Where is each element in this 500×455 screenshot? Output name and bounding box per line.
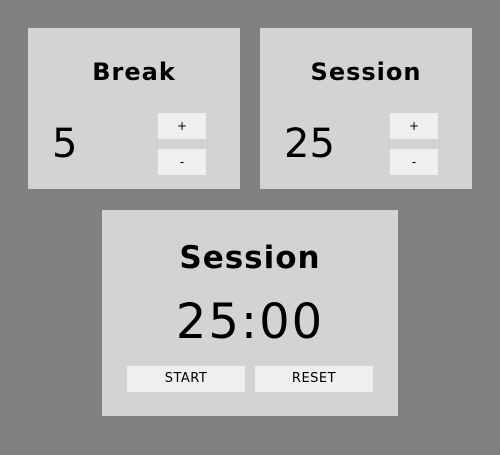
break-decrement-button[interactable]: - <box>158 149 206 175</box>
break-panel: Break 5 + - <box>28 28 240 189</box>
break-length-value: 5 <box>52 121 78 167</box>
session-panel: Session 25 + - <box>260 28 472 189</box>
timer-display: 25:00 <box>175 294 325 350</box>
session-increment-button[interactable]: + <box>390 113 438 139</box>
session-length-value: 25 <box>284 121 335 167</box>
reset-button[interactable]: RESET <box>255 366 373 392</box>
session-decrement-button[interactable]: - <box>390 149 438 175</box>
start-button[interactable]: START <box>127 366 245 392</box>
break-title: Break <box>92 58 176 86</box>
timer-panel: Session 25:00 START RESET <box>102 210 398 416</box>
break-increment-button[interactable]: + <box>158 113 206 139</box>
timer-label: Session <box>179 240 321 276</box>
session-title: Session <box>310 58 422 86</box>
